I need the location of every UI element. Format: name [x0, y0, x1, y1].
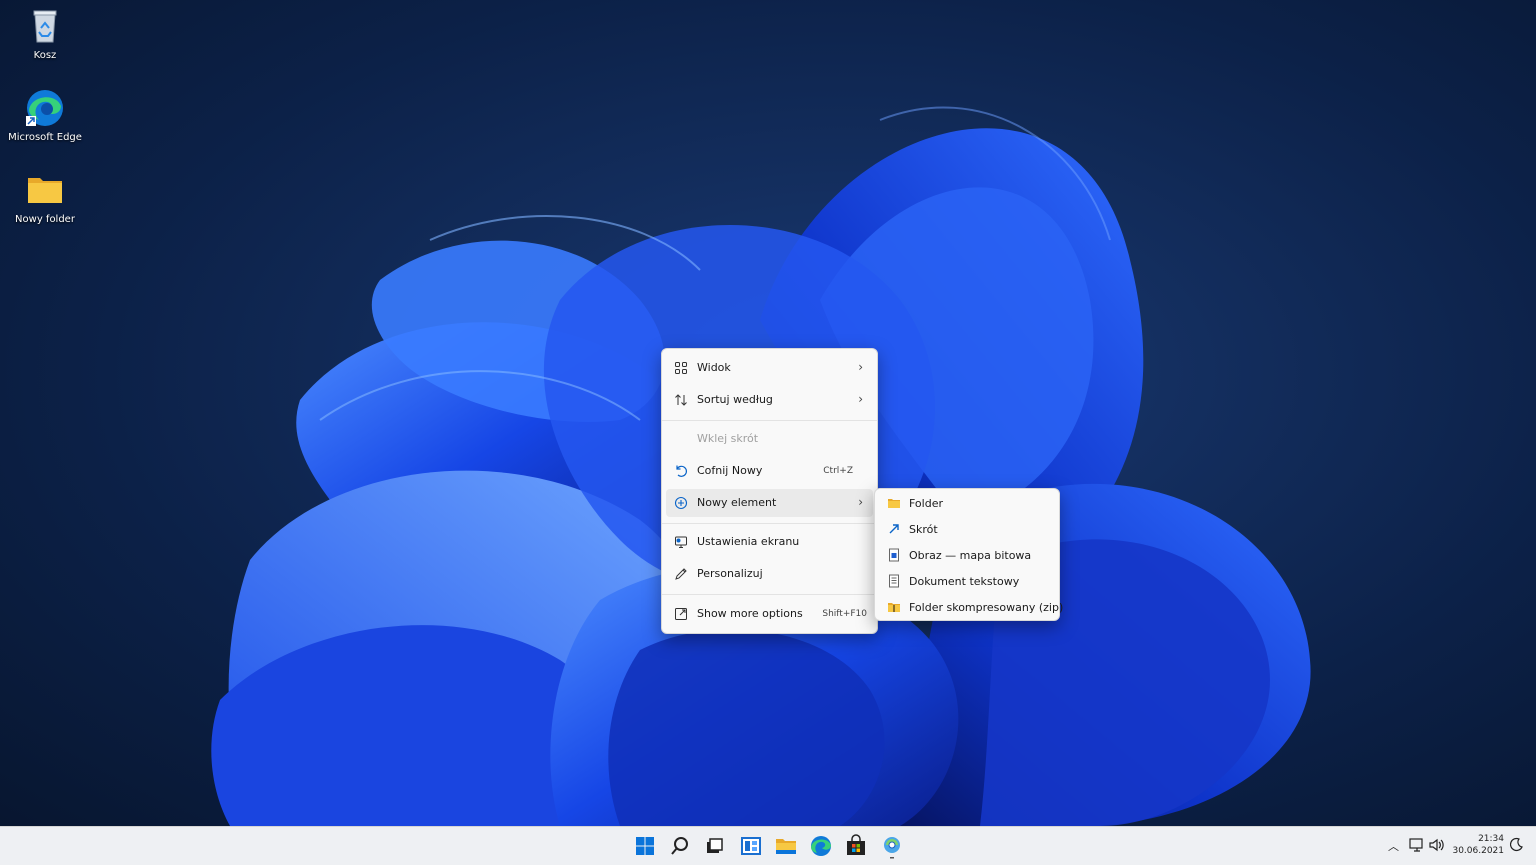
chevron-right-icon: › — [858, 360, 863, 374]
menu-item-label: Wklej skrót — [697, 432, 759, 445]
menu-item-show-more-options[interactable]: Show more options Shift+F10 — [666, 600, 873, 628]
menu-separator — [662, 420, 877, 421]
volume-icon[interactable] — [1428, 836, 1446, 854]
menu-item-label: Nowy element — [697, 496, 777, 509]
menu-separator — [662, 594, 877, 595]
edge-icon — [811, 836, 831, 856]
desktop-context-menu: Widok › Sortuj według › Wklej skrót Cofn… — [661, 348, 878, 634]
folder-icon — [887, 496, 901, 510]
menu-item-label: Personalizuj — [697, 567, 763, 580]
file-explorer-button[interactable] — [773, 833, 799, 859]
file-explorer-icon — [776, 839, 796, 854]
widgets-button[interactable] — [738, 833, 764, 859]
control-panel-button[interactable] — [879, 833, 905, 859]
clock[interactable]: 21:34 30.06.2021 — [1452, 833, 1504, 857]
submenu-item-bitmap[interactable]: Obraz — mapa bitowa — [879, 543, 1055, 567]
add-circle-icon — [674, 496, 688, 510]
submenu-item-zip-folder[interactable]: Folder skompresowany (zip) — [879, 595, 1063, 619]
edge-icon — [25, 88, 65, 128]
clock-date: 30.06.2021 — [1452, 846, 1504, 856]
menu-item-personalizuj[interactable]: Personalizuj — [666, 560, 873, 588]
share-icon — [674, 607, 688, 621]
submenu-item-label: Obraz — mapa bitowa — [909, 549, 1032, 562]
store-icon — [847, 834, 865, 855]
pen-icon — [674, 567, 688, 581]
menu-item-shortcut: Shift+F10 — [822, 609, 867, 619]
desktop-icon-recycle-bin[interactable]: Kosz — [5, 6, 85, 62]
menu-item-label: Cofnij Nowy — [697, 464, 763, 477]
submenu-item-label: Folder — [909, 497, 943, 510]
submenu-item-label: Skrót — [909, 523, 938, 536]
grid-icon — [674, 361, 688, 375]
notifications-icon[interactable] — [1507, 836, 1525, 854]
control-panel-icon — [884, 837, 900, 859]
desktop-icon-microsoft-edge[interactable]: Microsoft Edge — [5, 88, 85, 144]
chevron-right-icon: › — [858, 495, 863, 509]
submenu-item-label: Folder skompresowany (zip) — [909, 601, 1064, 614]
task-view-button[interactable] — [701, 833, 727, 859]
submenu-item-label: Dokument tekstowy — [909, 575, 1020, 588]
menu-item-shortcut: Ctrl+Z — [823, 466, 853, 476]
text-document-icon — [887, 574, 901, 588]
network-icon[interactable] — [1408, 836, 1426, 854]
submenu-item-text-document[interactable]: Dokument tekstowy — [879, 569, 1055, 593]
menu-item-nowy-element[interactable]: Nowy element › — [666, 489, 873, 517]
submenu-item-skrot[interactable]: Skrót — [879, 517, 1055, 541]
desktop-icon-label: Nowy folder — [15, 214, 75, 225]
desktop-icon-nowy-folder[interactable]: Nowy folder — [5, 170, 85, 226]
edge-taskbar-button[interactable] — [808, 833, 834, 859]
shortcut-arrow-icon — [887, 522, 901, 536]
new-item-submenu: Folder Skrót Obraz — mapa bitowa Dokumen… — [874, 488, 1063, 621]
menu-separator — [662, 523, 877, 524]
menu-item-label: Show more options — [697, 607, 803, 620]
start-button[interactable] — [632, 833, 658, 859]
zip-folder-icon — [887, 600, 901, 614]
chevron-right-icon: › — [858, 392, 863, 406]
menu-item-ustawienia-ekranu[interactable]: Ustawienia ekranu — [666, 528, 873, 556]
task-view-icon — [707, 838, 723, 853]
recycle-bin-icon — [25, 6, 65, 46]
menu-item-label: Widok — [697, 361, 731, 374]
undo-icon — [674, 464, 688, 478]
menu-item-cofnij[interactable]: Cofnij Nowy Ctrl+Z — [666, 457, 873, 485]
bitmap-icon — [887, 548, 901, 562]
folder-icon — [25, 170, 65, 210]
sort-icon — [674, 393, 688, 407]
store-button[interactable] — [843, 833, 869, 859]
menu-item-label: Ustawienia ekranu — [697, 535, 800, 548]
submenu-item-folder[interactable]: Folder — [879, 491, 1055, 515]
search-button[interactable] — [667, 833, 693, 859]
search-icon — [671, 837, 688, 855]
clock-time: 21:34 — [1478, 834, 1504, 844]
desktop-icon-label: Kosz — [33, 50, 57, 61]
start-icon — [636, 837, 654, 855]
menu-item-widok[interactable]: Widok › — [666, 354, 873, 382]
desktop-icon-label: Microsoft Edge — [8, 132, 82, 143]
menu-item-sortuj[interactable]: Sortuj według › — [666, 386, 873, 414]
widgets-icon — [741, 837, 761, 855]
menu-item-label: Sortuj według — [697, 393, 773, 406]
menu-item-wklej-skrot: Wklej skrót — [666, 425, 873, 453]
taskbar: ︿ 21:34 30.06.2021 — [0, 826, 1536, 865]
display-settings-icon — [674, 535, 688, 549]
chevron-up-icon[interactable]: ︿ — [1388, 838, 1399, 854]
